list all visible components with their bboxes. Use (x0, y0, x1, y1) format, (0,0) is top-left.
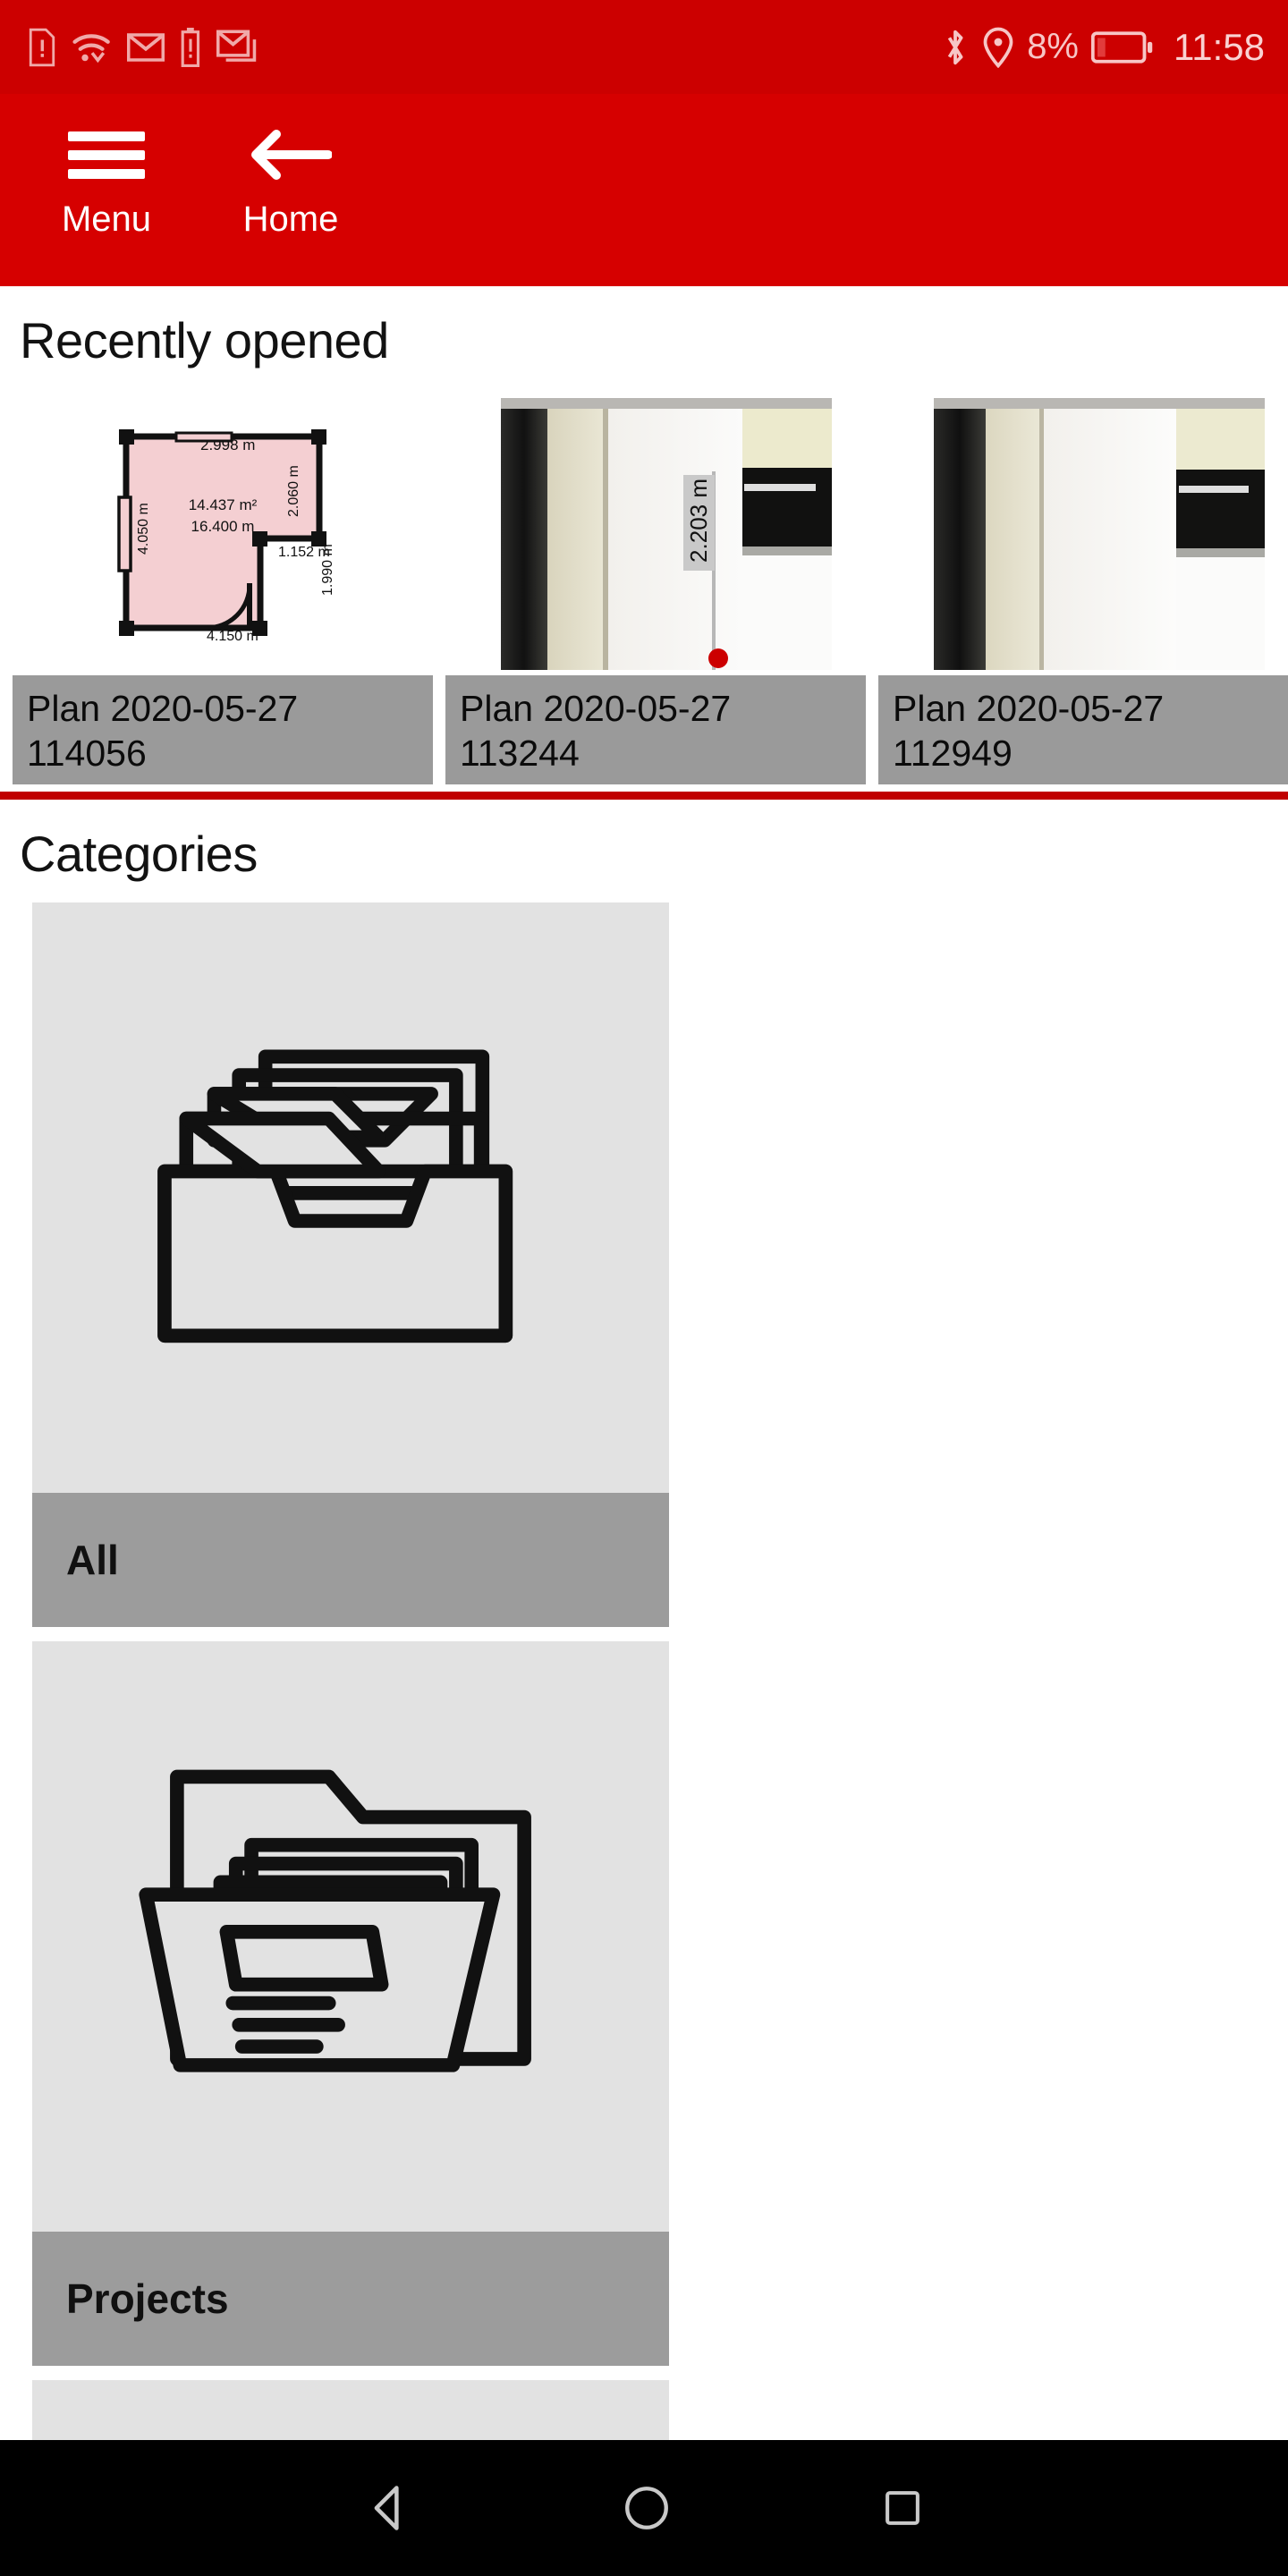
home-back-button[interactable]: Home (224, 123, 358, 240)
recent-thumbnail-photo[interactable] (878, 389, 1288, 675)
wifi-icon (72, 29, 113, 66)
android-home-icon[interactable] (621, 2482, 673, 2534)
kitchen-photo-2 (912, 389, 1265, 675)
status-bar-left-icons (27, 27, 258, 67)
recent-item-caption: Plan 2020-05-27 112949 (878, 675, 1288, 784)
room-photo-measure-icon (32, 2380, 669, 2440)
status-bar-clock: 11:58 (1174, 25, 1265, 68)
recent-item-2[interactable]: Plan 2020-05-27 112949 (878, 389, 1288, 784)
battery-percent-label: 8% (1027, 27, 1079, 66)
category-card-all[interactable]: All (32, 902, 669, 1627)
section-divider (0, 792, 1288, 800)
menu-button-label: Menu (61, 199, 152, 239)
hamburger-menu-icon (68, 123, 145, 187)
battery-alert-icon (179, 27, 202, 67)
recent-thumbnail-photo-measured[interactable]: 2.203 m (445, 389, 866, 675)
recent-item-1[interactable]: 2.203 m Plan 2020-05-27 113244 (445, 389, 866, 784)
file-tray-icon (32, 902, 669, 1493)
svg-text:2.998 m: 2.998 m (200, 436, 255, 453)
main-scroll-area[interactable]: Recently opened 2.998 m 14.437 m² 16.400… (0, 286, 1288, 2440)
gmail-icon (127, 31, 165, 64)
category-card-projects[interactable]: Projects (32, 1641, 669, 2366)
category-label: All (32, 1493, 669, 1627)
svg-text:4.150 m: 4.150 m (207, 629, 258, 644)
open-folder-icon (32, 1641, 669, 2232)
svg-text:2.060 m: 2.060 m (286, 465, 301, 517)
recently-opened-title: Recently opened (20, 312, 389, 369)
android-back-icon[interactable] (361, 2481, 415, 2535)
recent-item-caption: Plan 2020-05-27 114056 (13, 675, 433, 784)
location-pin-icon (982, 27, 1014, 68)
menu-button[interactable]: Menu (39, 123, 174, 240)
recently-opened-section: Recently opened 2.998 m 14.437 m² 16.400… (0, 286, 1288, 784)
gmail-stack-icon (216, 30, 258, 65)
app-bar: Menu Home (0, 94, 1288, 286)
sim-alert-icon (27, 28, 57, 67)
svg-text:1.990 m: 1.990 m (320, 544, 335, 596)
category-label: Projects (32, 2232, 669, 2366)
status-bar: 8% 11:58 (0, 0, 1288, 94)
battery-low-icon (1091, 30, 1154, 65)
svg-text:14.437 m²: 14.437 m² (189, 496, 258, 513)
categories-title: Categories (20, 826, 258, 882)
bluetooth-icon (941, 27, 970, 68)
category-card-draw-on-photo[interactable]: Draw on Photo (32, 2380, 669, 2440)
android-recents-icon[interactable] (878, 2484, 927, 2532)
svg-text:4.050 m: 4.050 m (136, 503, 151, 555)
mini-floor-plan-drawing: 2.998 m 14.437 m² 16.400 m 1.152 m 4.150… (106, 420, 339, 644)
android-nav-bar[interactable] (0, 2440, 1288, 2576)
photo-measurement-label: 2.203 m (685, 479, 712, 563)
recently-opened-list[interactable]: 2.998 m 14.437 m² 16.400 m 1.152 m 4.150… (0, 389, 1288, 784)
categories-grid[interactable]: All Projects (0, 902, 1288, 2440)
recent-thumbnail-floor-plan[interactable]: 2.998 m 14.437 m² 16.400 m 1.152 m 4.150… (13, 389, 433, 675)
svg-text:16.400 m: 16.400 m (191, 518, 255, 535)
categories-section: Categories All Projects (0, 800, 1288, 2440)
recent-item-0[interactable]: 2.998 m 14.437 m² 16.400 m 1.152 m 4.150… (13, 389, 433, 784)
home-button-label: Home (242, 199, 339, 239)
kitchen-photo: 2.203 m (479, 389, 832, 675)
status-bar-right-cluster: 8% 11:58 (941, 26, 1265, 69)
recent-item-caption: Plan 2020-05-27 113244 (445, 675, 866, 784)
back-arrow-icon (250, 123, 332, 187)
